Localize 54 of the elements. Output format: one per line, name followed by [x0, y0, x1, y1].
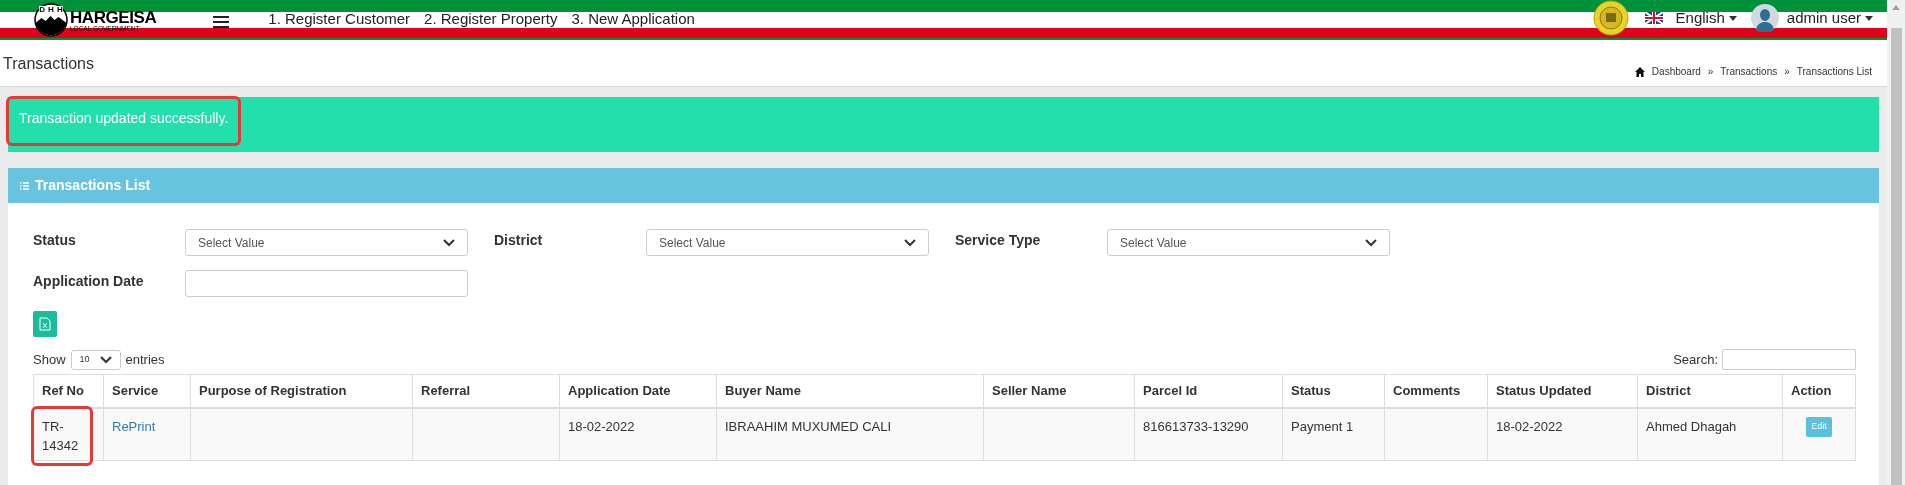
panel-title: Transactions List — [35, 176, 151, 195]
chevron-icon — [443, 238, 455, 247]
user-dropdown[interactable]: admin user — [1786, 6, 1873, 30]
menu-icon[interactable] — [213, 15, 230, 28]
table-cell: Ahmed Dhagah — [1638, 409, 1783, 461]
nav-link[interactable]: 2. Register Property — [424, 7, 558, 31]
table-cell: Payment 1 — [1283, 409, 1385, 461]
logo-letter: D — [39, 6, 46, 14]
emblem-icon — [1592, 0, 1629, 36]
breadcrumb-link[interactable]: Transactions List — [1796, 64, 1872, 79]
filter-label: District — [494, 231, 544, 250]
breadcrumb-separator: » — [1707, 65, 1714, 79]
alert-message: Transaction updated successfully. — [9, 99, 239, 143]
select-field[interactable]: Select Value — [185, 229, 468, 256]
caret-icon — [1865, 15, 1873, 21]
logo-title: HARGEISA — [70, 9, 157, 27]
avatar-icon — [1750, 4, 1779, 32]
filter-label: Status — [33, 231, 77, 250]
mountain-logo-icon — [34, 3, 68, 37]
filter-label: Application Date — [33, 272, 145, 291]
page-title: Transactions — [3, 54, 94, 74]
table-cell: TR-14342 — [34, 409, 90, 463]
scroll-up-icon[interactable] — [1892, 5, 1900, 10]
chevron-icon — [904, 238, 916, 247]
table-cell: 18-02-2022 — [560, 409, 717, 461]
entries-label: entries — [125, 350, 165, 369]
nav-link[interactable]: 1. Register Customer — [268, 7, 411, 31]
select-field[interactable]: Select Value — [1107, 229, 1390, 256]
page-size-select[interactable]: 10 — [70, 349, 121, 370]
nav-link[interactable]: 3. New Application — [571, 7, 695, 31]
scrollbar[interactable] — [1887, 0, 1905, 485]
table-cell: 816613733-13290 — [1135, 409, 1283, 461]
excel-icon — [39, 317, 51, 331]
chevron-icon — [1365, 238, 1377, 247]
table-cell: IBRAAHIM MUXUMED CALI — [717, 409, 984, 461]
breadcrumb-link[interactable]: Dashboard — [1651, 64, 1701, 79]
logo-letter: H — [48, 6, 54, 14]
logo-letter: H — [56, 6, 63, 14]
home-icon — [1634, 66, 1645, 77]
chevron-icon — [99, 355, 112, 364]
language-dropdown[interactable]: English — [1675, 6, 1737, 30]
breadcrumb-link[interactable]: Transactions — [1720, 64, 1778, 79]
table-cell: 18-02-2022 — [1488, 409, 1638, 461]
list-icon — [20, 181, 29, 190]
excel-export-button[interactable] — [33, 311, 57, 337]
filter-label: Service Type — [955, 231, 1042, 250]
service-link[interactable]: RePrint — [112, 419, 156, 434]
caret-icon — [1728, 15, 1737, 21]
show-label: Show — [33, 350, 66, 369]
search-field[interactable] — [1722, 349, 1856, 370]
select-field[interactable]: Select Value — [646, 229, 929, 256]
date-field[interactable] — [185, 270, 468, 297]
breadcrumb-separator: » — [1784, 65, 1790, 79]
search-label: Search: — [1673, 350, 1718, 369]
